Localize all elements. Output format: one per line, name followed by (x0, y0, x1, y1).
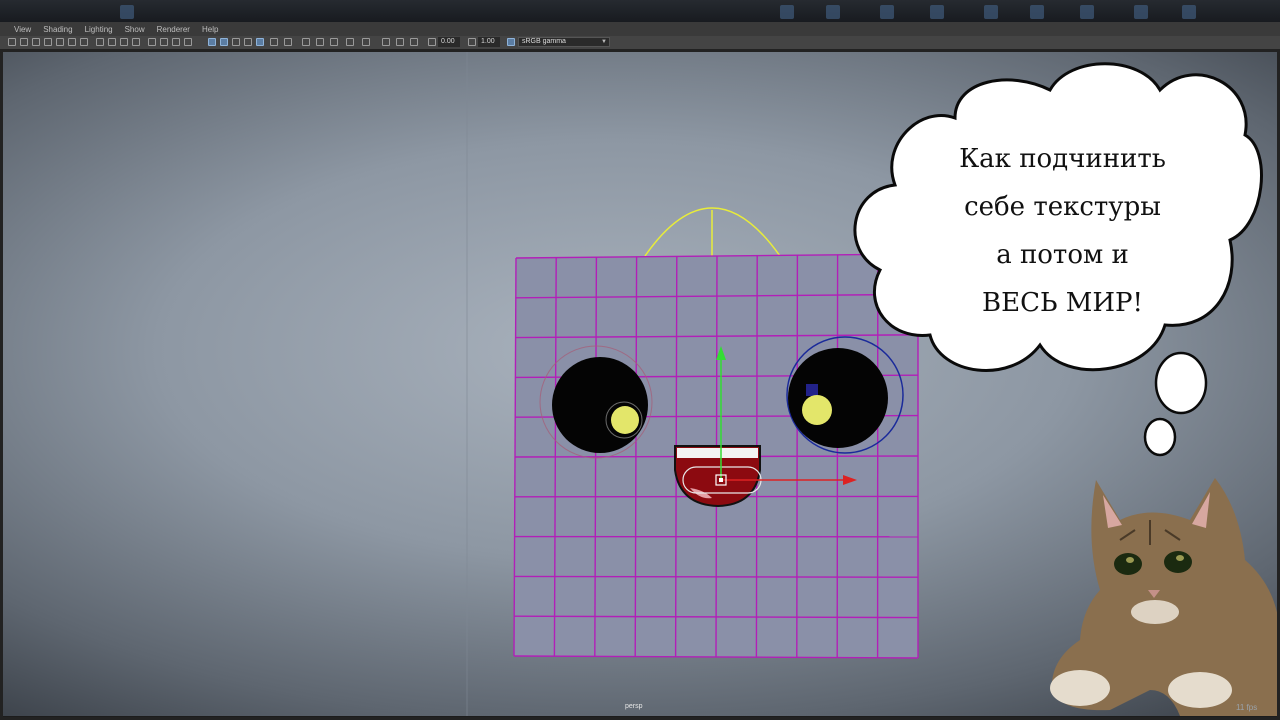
resolution-gate-icon[interactable] (80, 38, 88, 46)
doc-icon[interactable] (984, 5, 998, 19)
light-arc[interactable] (644, 207, 781, 258)
ambient-occlusion-icon[interactable] (284, 38, 292, 46)
select-icon[interactable] (362, 38, 370, 46)
antialias-icon[interactable] (302, 38, 310, 46)
viewport-toolbar: 0.00 1.00 sRGB gamma ▼ (0, 36, 1280, 50)
bubble-line: себе текстуры (964, 192, 1161, 222)
grid-icon[interactable] (56, 38, 64, 46)
thought-bubble-text: Как подчинить себе текстуры а потом и ВЕ… (900, 135, 1225, 327)
bubble-line: Как подчинить (959, 144, 1166, 174)
left-eye-highlight (611, 406, 639, 434)
fps-counter: 11 fps (1236, 703, 1258, 712)
menu-shading[interactable]: Shading (43, 25, 72, 34)
doc-icon[interactable] (780, 5, 794, 19)
safe-action-icon[interactable] (120, 38, 128, 46)
cat-photo (1050, 478, 1277, 716)
menu-renderer[interactable]: Renderer (157, 25, 190, 34)
wireframe-on-shaded-icon[interactable] (172, 38, 180, 46)
color-management-icon[interactable] (507, 38, 515, 46)
select-camera-icon[interactable] (8, 38, 16, 46)
screen-space-icon[interactable] (346, 38, 354, 46)
grid-line (514, 575, 919, 578)
motion-blur-icon[interactable] (330, 38, 338, 46)
doc-icon[interactable] (930, 5, 944, 19)
menu-show[interactable]: Show (125, 25, 145, 34)
exposure-icon[interactable] (428, 38, 436, 46)
doc-icon[interactable] (1080, 5, 1094, 19)
gamma-icon[interactable] (468, 38, 476, 46)
doc-icon[interactable] (826, 5, 840, 19)
camera-attributes-icon[interactable] (20, 38, 28, 46)
color-space-dropdown[interactable]: sRGB gamma ▼ (518, 37, 610, 47)
menu-lighting[interactable]: Lighting (85, 25, 113, 34)
menu-help[interactable]: Help (202, 25, 218, 34)
exposure-field[interactable]: 0.00 (438, 37, 460, 47)
viewport-menu-bar: View Shading Lighting Show Renderer Help (0, 22, 1280, 36)
bookmark-icon[interactable] (32, 38, 40, 46)
thought-dot (1154, 351, 1208, 415)
shadows-icon[interactable] (232, 38, 240, 46)
app-icon[interactable] (120, 5, 134, 19)
camera-label: persp (625, 703, 643, 710)
doc-icon[interactable] (1030, 5, 1044, 19)
gate-mask-icon[interactable] (96, 38, 104, 46)
menu-view[interactable]: View (14, 25, 31, 34)
gamma-field[interactable]: 1.00 (478, 37, 500, 47)
depth-of-field-icon[interactable] (316, 38, 324, 46)
xray-icon[interactable] (184, 38, 192, 46)
right-eye[interactable] (786, 336, 904, 454)
right-eye-highlight (802, 395, 832, 425)
field-chart-icon[interactable] (108, 38, 116, 46)
light-icon[interactable] (270, 38, 278, 46)
thought-dot (1143, 417, 1177, 457)
chevron-down-icon: ▼ (601, 39, 607, 45)
bubble-line: а потом и (996, 240, 1129, 270)
xray-joints-icon[interactable] (256, 38, 264, 46)
textured-icon[interactable] (208, 38, 216, 46)
smooth-shade-icon[interactable] (160, 38, 168, 46)
bubble-line: ВЕСЬ МИР! (981, 288, 1143, 318)
film-gate-icon[interactable] (68, 38, 76, 46)
wireframe-icon[interactable] (148, 38, 156, 46)
split-view-icon[interactable] (382, 38, 390, 46)
no-texture-icon[interactable] (410, 38, 418, 46)
doc-icon[interactable] (1182, 5, 1196, 19)
panel-layout-icon[interactable] (396, 38, 404, 46)
isolate-icon[interactable] (244, 38, 252, 46)
color-space-value: sRGB gamma (522, 38, 566, 45)
safe-title-icon[interactable] (132, 38, 140, 46)
doc-icon[interactable] (1134, 5, 1148, 19)
image-plane-icon[interactable] (44, 38, 52, 46)
lights-icon[interactable] (220, 38, 228, 46)
doc-icon[interactable] (880, 5, 894, 19)
os-taskbar (0, 0, 1280, 22)
